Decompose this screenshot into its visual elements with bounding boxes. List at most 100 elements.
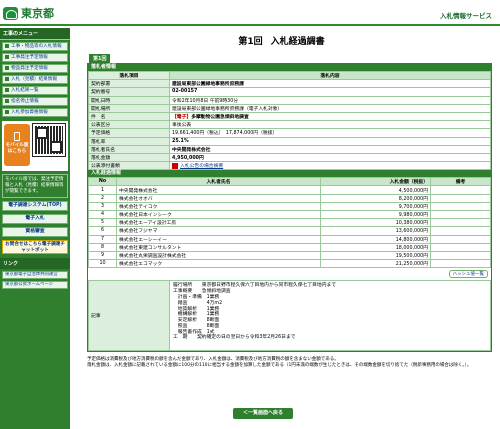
logo-text: 東京都: [21, 7, 54, 20]
col-item-header: 落札項目: [88, 70, 170, 81]
e-procurement-link[interactable]: 電子調達システム(TOP): [2, 201, 68, 211]
row-key: 落札者氏名: [88, 144, 170, 154]
table-row: 5 株式会社エーアイ設計工房 10,380,000円: [88, 218, 491, 228]
bid-no: 5: [88, 218, 117, 228]
table-row: 開札場所 建設局東部公園緑地事務所庶務課（電子入札対象）: [88, 103, 491, 113]
mobile-version-button[interactable]: モバイル版はこちら: [4, 124, 30, 166]
mobile-note: モバイル版では、発注予定情報と入札（見積）結果情報等が閲覧できます。: [2, 174, 68, 198]
footnote: 予定価格は消費税及び地方消費税の額を含んだ金額であり、入札金額は、消費税及び地方…: [87, 357, 492, 369]
bid-amount: 19,500,000円: [320, 250, 431, 261]
bid-no: 3: [88, 201, 117, 212]
bid-name: 株式会社丸栄調査設計株式会社: [116, 250, 321, 261]
sidebar-item-qualification[interactable]: 入札参加資格情報: [2, 108, 68, 117]
bid-no: 7: [88, 234, 117, 244]
row-key: 開札日時: [88, 95, 170, 105]
link-tokyo-official[interactable]: 東京都公式ホームページ: [2, 281, 68, 289]
bid-name: 株式会社フジヤマ: [116, 226, 321, 236]
col-no-header: No: [88, 177, 117, 187]
remarks-body: 履行場所 東京都日野市程久保六丁目地内から同市程久保七丁目地内まで 工事概要 急…: [169, 280, 491, 352]
sidebar-item-bid-info[interactable]: 工事・物品等の入札情報: [2, 42, 68, 51]
table-row: 7 株式会社エーシーイー 14,800,000円: [88, 234, 491, 244]
title-text: 入札経過調書: [270, 37, 325, 47]
sidebar-item-goods-plan[interactable]: 物品発注予定情報: [2, 64, 68, 73]
bid-amount: 14,800,000円: [320, 234, 431, 244]
link-e-government[interactable]: 東京都電子自治体共同運営: [2, 271, 68, 279]
row-value: 02-00157: [169, 87, 491, 97]
row-value: 建設局東部公園緑地事務所庶務課: [169, 79, 491, 89]
bid-note: [430, 226, 491, 236]
bid-no: 10: [88, 259, 117, 269]
table-row: 2 株式会社オオバ 8,200,000円: [88, 193, 491, 203]
sidebar-item-suspension[interactable]: 指名停止情報: [2, 97, 68, 106]
sidebar-item-bid-results[interactable]: 入札（見積）結果情報: [2, 75, 68, 84]
sidebar-heading: 工事のメニュー: [0, 28, 70, 40]
sidebar-item-result-list[interactable]: 入札結果一覧: [2, 86, 68, 95]
footnote-2: 落札金額は、入札金額に記載されている金額に100分の110に相当する金額を加算し…: [87, 363, 472, 369]
qualification-link[interactable]: 資格審査: [2, 227, 68, 237]
bid-note: [430, 259, 491, 269]
sidebar-item-label: 入札（見積）結果情報: [11, 77, 57, 82]
bid-note: [430, 209, 491, 220]
bullet-icon: [5, 109, 9, 114]
row-key: 公表区分: [88, 120, 170, 130]
tokyo-logo[interactable]: 東京都: [3, 5, 54, 21]
phone-icon: [14, 132, 20, 141]
bid-amount: 21,250,000円: [320, 259, 431, 269]
contract-table: 落札項目 落札内容 契約部署 建設局東部公園緑地事務所庶務課 契約番号 02-001…: [88, 70, 491, 171]
row-value: 中央開発株式会社: [169, 144, 491, 154]
col-name-header: 入札者氏名: [116, 177, 321, 187]
bid-name: 株式会社日本インシーク: [116, 209, 321, 220]
table-row: 4 株式会社日本インシーク 9,980,000円: [88, 209, 491, 220]
hash-list-button[interactable]: ハッシュ値一覧: [448, 270, 488, 279]
bid-name: 株式会社エコマック: [116, 259, 321, 269]
bid-name: 中央開発株式会社: [116, 185, 321, 195]
table-row: 1 中央開発株式会社 4,500,000円: [88, 185, 491, 195]
remarks-label: 記事: [88, 280, 170, 352]
table-row: 契約部署 建設局東部公園緑地事務所庶務課: [88, 79, 491, 89]
bullet-icon: [5, 43, 9, 48]
row-key: 落札金額: [88, 152, 170, 163]
sidebar-item-label: 物品発注予定情報: [11, 66, 48, 71]
tab-round-1[interactable]: 第1回: [89, 54, 111, 63]
bid-no: 4: [88, 209, 117, 220]
contract-panel: 落札者情報 落札項目 落札内容 契約部署 建設局東部公園緑地事務所庶務課 契約番号…: [87, 63, 492, 353]
bid-amount: 9,700,000円: [320, 201, 431, 212]
bullet-icon: [5, 54, 9, 59]
bid-name: 株式会社エーアイ設計工房: [116, 218, 321, 228]
table-row: 落札金額 4,950,000円: [88, 152, 491, 163]
row-key: 開札場所: [88, 103, 170, 113]
bid-note: [430, 201, 491, 212]
back-to-list-button[interactable]: ＜一覧画面へ戻る: [233, 408, 293, 419]
bid-name: 株式会社エーシーイー: [116, 234, 321, 244]
bullet-icon: [5, 65, 9, 70]
table-row: 件 名【電子】多摩動物公園急傾斜地調査: [88, 111, 491, 122]
table-row: 3 株式会社テイコク 9,700,000円: [88, 201, 491, 212]
chatbot-button[interactable]: お問合せはこちら電子調達チャットボット: [2, 240, 68, 254]
row-key: 契約番号: [88, 87, 170, 97]
bid-no: 2: [88, 193, 117, 203]
row-value: 19,661,400円（税込） 17,874,000円（税抜）: [169, 128, 491, 138]
bid-no: 1: [88, 185, 117, 195]
bullet-icon: [5, 98, 9, 103]
row-key: 落札率: [88, 136, 170, 146]
col-note-header: 備考: [430, 177, 491, 187]
bid-note: [430, 185, 491, 195]
bid-note: [430, 250, 491, 261]
page-title: 第1回 入札経過調書: [73, 34, 498, 47]
bid-amount: 8,200,000円: [320, 193, 431, 203]
bid-name: 株式会社東建コンサルタント: [116, 242, 321, 252]
sidebar-item-construction-plan[interactable]: 工事発注予定情報: [2, 53, 68, 62]
row-key: 契約部署: [88, 79, 170, 89]
attachment-link[interactable]: 入札公告の場合摘要: [180, 164, 223, 169]
bid-amount: 18,000,000円: [320, 242, 431, 252]
table-row: 6 株式会社フジヤマ 13,600,000円: [88, 226, 491, 236]
sidebar-item-label: 工事発注予定情報: [11, 55, 48, 60]
site-header: 東京都 入札情報サービス: [0, 0, 500, 26]
table-row: 9 株式会社丸栄調査設計株式会社 19,500,000円: [88, 250, 491, 261]
table-row: 予定価格 19,661,400円（税込） 17,874,000円（税抜）: [88, 128, 491, 138]
bid-note: [430, 218, 491, 228]
bid-no: 6: [88, 226, 117, 236]
qr-code-icon: [32, 123, 66, 157]
e-bid-link[interactable]: 電子入札: [2, 214, 68, 224]
table-row: 8 株式会社東建コンサルタント 18,000,000円: [88, 242, 491, 252]
